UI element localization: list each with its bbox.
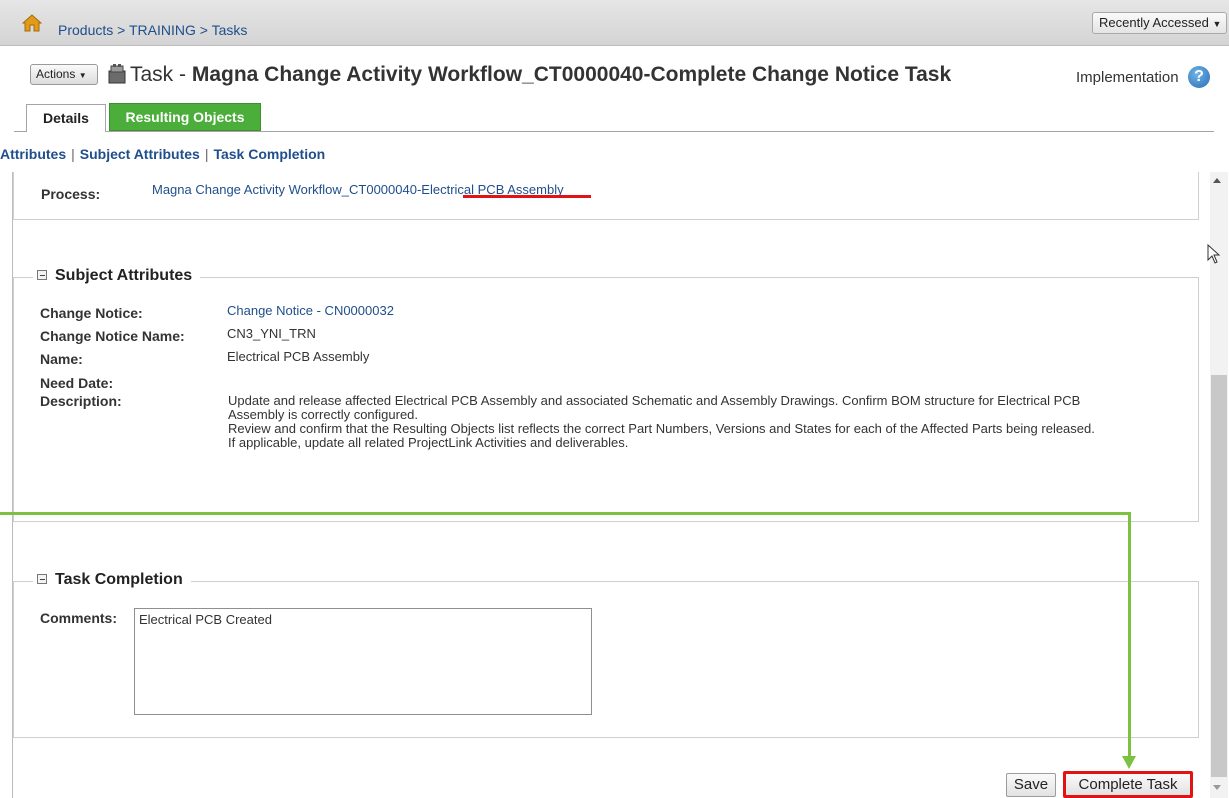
description-label: Description: — [40, 393, 122, 409]
description-value: Update and release affected Electrical P… — [228, 394, 1178, 450]
actions-button[interactable]: Actions ▼ — [30, 64, 98, 85]
subject-attributes-title: Subject Attributes — [55, 267, 193, 284]
name-value: Electrical PCB Assembly — [227, 349, 370, 364]
task-icon — [108, 64, 126, 84]
description-line: Assembly is correctly configured. — [228, 407, 419, 422]
scrollbar-thumb[interactable] — [1211, 375, 1227, 777]
need-date-label: Need Date: — [40, 375, 114, 391]
link-separator: | — [71, 146, 75, 162]
details-content: Process: Magna Change Activity Workflow_… — [12, 172, 1208, 798]
change-notice-name-value: CN3_YNI_TRN — [227, 326, 316, 341]
annotation-connector-line — [1128, 512, 1131, 758]
breadcrumb-tasks[interactable]: Tasks — [212, 22, 248, 38]
comments-label: Comments: — [40, 610, 118, 626]
annotation-connector-line — [0, 512, 1131, 515]
breadcrumb-products[interactable]: Products — [58, 22, 113, 38]
change-notice-name-label: Change Notice Name: — [40, 328, 185, 344]
breadcrumb-separator: > — [199, 22, 208, 38]
breadcrumb-separator: > — [117, 22, 126, 38]
scroll-down-arrow-icon[interactable] — [1213, 785, 1221, 790]
name-label: Name: — [40, 351, 83, 367]
top-bar: Products > TRAINING > Tasks Recently Acc… — [0, 0, 1229, 46]
scroll-up-arrow-icon[interactable] — [1213, 178, 1221, 183]
annotation-arrow-icon — [1122, 756, 1136, 769]
chevron-down-icon: ▼ — [78, 71, 87, 80]
process-label: Process: — [41, 186, 101, 202]
section-anchor-links: Attributes | Subject Attributes | Task Compl… — [0, 146, 325, 162]
process-section: Process: Magna Change Activity Workflow_… — [13, 172, 1199, 220]
collapse-icon[interactable] — [37, 574, 47, 584]
collapse-icon[interactable] — [37, 270, 47, 280]
page-title: Task - Magna Change Activity Workflow_CT… — [130, 63, 951, 87]
link-separator: | — [204, 146, 209, 162]
complete-task-button[interactable]: Complete Task — [1063, 771, 1193, 798]
task-completion-heading[interactable]: Task Completion — [33, 571, 191, 589]
breadcrumb-training[interactable]: TRAINING — [129, 22, 196, 38]
description-line: Update and release affected Electrical P… — [228, 393, 1081, 408]
phase-label: Implementation — [1076, 69, 1179, 86]
actions-label: Actions — [36, 67, 76, 81]
task-completion-title: Task Completion — [55, 571, 183, 588]
anchor-subject-attributes[interactable]: Subject Attributes — [80, 146, 200, 162]
page-title-prefix: Task - — [130, 63, 192, 86]
subject-attributes-heading[interactable]: Subject Attributes — [33, 267, 201, 285]
anchor-attributes[interactable]: Attributes — [0, 146, 66, 162]
tab-resulting-objects[interactable]: Resulting Objects — [109, 103, 261, 131]
recently-accessed-dropdown[interactable]: Recently Accessed ▼ — [1092, 12, 1227, 34]
home-icon[interactable] — [22, 14, 42, 32]
mouse-cursor-icon — [1207, 244, 1221, 264]
change-notice-label: Change Notice: — [40, 305, 143, 321]
tab-details[interactable]: Details — [26, 104, 106, 132]
save-button[interactable]: Save — [1006, 773, 1056, 797]
help-icon[interactable]: ? — [1188, 66, 1210, 88]
anchor-task-completion[interactable]: Task Completion — [213, 146, 325, 162]
comments-textarea[interactable]: Electrical PCB Created — [134, 608, 592, 715]
description-line: Review and confirm that the Resulting Ob… — [228, 421, 1095, 436]
page-title-text: Magna Change Activity Workflow_CT0000040… — [191, 63, 952, 86]
tab-divider — [14, 131, 1214, 132]
change-notice-link[interactable]: Change Notice - CN0000032 — [227, 303, 394, 318]
breadcrumb: Products > TRAINING > Tasks — [58, 22, 247, 38]
highlight-underline — [463, 195, 591, 198]
chevron-down-icon: ▼ — [1212, 19, 1222, 29]
description-line: If applicable, update all related Projec… — [228, 435, 629, 450]
recently-accessed-label: Recently Accessed — [1099, 15, 1209, 30]
